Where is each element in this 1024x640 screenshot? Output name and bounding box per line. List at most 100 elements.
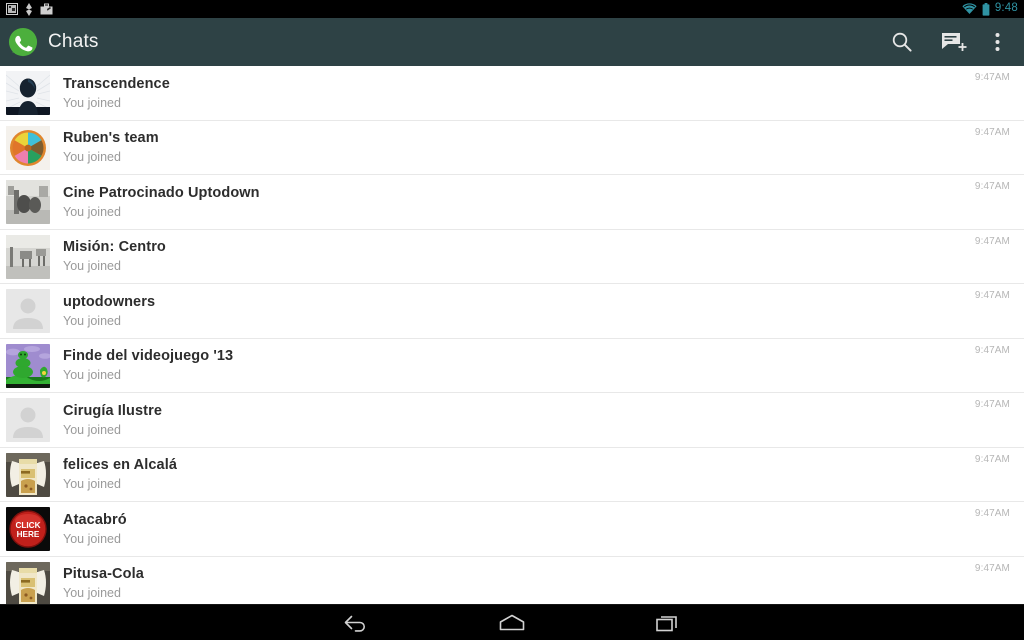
status-bar: 9:48: [0, 0, 1024, 18]
snack-photo-image: [6, 452, 50, 497]
chat-timestamp: 9:47AM: [974, 453, 1010, 465]
avatar: [6, 125, 50, 170]
chat-list[interactable]: Transcendence You joined 9:47AM Ruben's …: [0, 66, 1024, 604]
game-art-image: [6, 343, 50, 388]
chat-list-item[interactable]: Ruben's team You joined 9:47AM: [0, 120, 1024, 175]
chat-text: uptodowners You joined: [63, 294, 975, 329]
chat-list-item[interactable]: Transcendence You joined 9:47AM: [0, 66, 1024, 121]
avatar: [6, 398, 50, 443]
chat-title: Misión: Centro: [63, 239, 166, 256]
chat-text: Misión: Centro You joined: [63, 239, 975, 274]
chat-subtitle: You joined: [63, 259, 121, 274]
recents-nav-icon: [656, 615, 677, 631]
battery-icon: [982, 2, 990, 16]
whatsapp-logo-icon: [8, 27, 38, 57]
usb-debug-icon: [26, 2, 32, 16]
chat-timestamp: 9:47AM: [974, 181, 1010, 192]
android-screen: 9:48 Chats Transcendence You joined 9:47…: [0, 0, 1024, 640]
chat-subtitle: You joined: [63, 204, 121, 219]
chat-list-item[interactable]: Misión: Centro You joined 9:47AM: [0, 229, 1024, 284]
action-bar-actions: [876, 18, 1014, 66]
office-photo-light-image: [6, 234, 50, 279]
screenshot-icon: [6, 3, 18, 15]
chat-title: Atacabró: [63, 511, 127, 528]
chat-text: Ruben's team You joined: [63, 130, 975, 165]
chat-list-item[interactable]: Pitusa-Cola You joined 9:47AM: [0, 556, 1024, 604]
office-photo-dark-image: [6, 180, 50, 225]
chat-title: Pitusa-Cola: [63, 566, 144, 583]
avatar: [6, 234, 50, 279]
default-person-icon: [6, 398, 50, 443]
chat-timestamp: 9:47AM: [974, 290, 1010, 301]
chat-timestamp: 9:47AM: [974, 126, 1010, 138]
search-icon: [892, 32, 912, 52]
overflow-menu-icon: [995, 33, 999, 51]
chat-timestamp: 9:47AM: [974, 72, 1010, 83]
chat-title: felices en Alcalá: [63, 457, 178, 474]
chat-list-item[interactable]: Finde del videojuego '13 You joined 9:47…: [0, 338, 1024, 393]
action-bar: Chats: [0, 18, 1024, 66]
chat-text: Transcendence You joined: [63, 76, 975, 111]
chat-text: Finde del videojuego '13 You joined: [63, 348, 975, 383]
snack-photo-image: [6, 561, 50, 604]
back-nav-button[interactable]: [326, 605, 386, 640]
chat-subtitle: You joined: [63, 477, 121, 492]
avatar-text-line-2: HERE: [17, 530, 40, 539]
chat-title: Transcendence: [63, 75, 170, 92]
chat-subtitle: You joined: [63, 531, 121, 546]
chat-timestamp: 9:47AM: [974, 344, 1010, 356]
avatar: [6, 71, 50, 116]
chat-timestamp: 9:47AM: [974, 235, 1010, 247]
wifi-icon: [962, 3, 977, 14]
chat-list-item[interactable]: uptodowners You joined 9:47AM: [0, 284, 1024, 339]
chat-title: Ruben's team: [63, 130, 159, 147]
chat-title: Cine Patrocinado Uptodown: [63, 184, 260, 201]
back-nav-icon: [344, 615, 365, 632]
recents-nav-button[interactable]: [638, 605, 698, 640]
chat-text: Atacabró You joined: [63, 512, 975, 547]
chat-text: Cirugía Ilustre You joined: [63, 403, 975, 438]
transcendence-poster-image: [6, 71, 50, 116]
click-here-button-image: CLICK HERE: [6, 507, 50, 552]
overflow-menu-button[interactable]: [980, 18, 1014, 66]
status-bar-right: 9:48: [962, 2, 1018, 16]
chat-list-item[interactable]: Cine Patrocinado Uptodown You joined 9:4…: [0, 175, 1024, 230]
chat-subtitle: You joined: [63, 586, 121, 601]
chat-text: felices en Alcalá You joined: [63, 457, 975, 492]
new-chat-icon: [942, 33, 967, 51]
briefcase-icon: [40, 3, 53, 15]
avatar: [6, 452, 50, 497]
status-bar-clock: 9:48: [994, 2, 1018, 15]
chat-title: Cirugía Ilustre: [63, 402, 162, 419]
chat-timestamp: 9:47AM: [974, 508, 1010, 519]
avatar-text-line-1: CLICK: [15, 521, 40, 530]
chat-subtitle: You joined: [63, 313, 121, 328]
chat-title: uptodowners: [63, 293, 156, 310]
chat-text: Pitusa-Cola You joined: [63, 566, 975, 601]
avatar: [6, 343, 50, 388]
avatar: [6, 289, 50, 334]
avatar: [6, 561, 50, 604]
chat-subtitle: You joined: [63, 422, 121, 437]
new-chat-button[interactable]: [928, 18, 980, 66]
avatar: [6, 180, 50, 225]
home-nav-icon: [499, 614, 525, 630]
default-person-icon: [6, 289, 50, 334]
chat-subtitle: You joined: [63, 150, 121, 165]
chat-list-item[interactable]: Cirugía Ilustre You joined 9:47AM: [0, 393, 1024, 448]
avatar: CLICK HERE: [6, 507, 50, 552]
navigation-bar: [0, 604, 1024, 640]
chat-text: Cine Patrocinado Uptodown You joined: [63, 185, 975, 220]
chat-timestamp: 9:47AM: [974, 562, 1010, 574]
status-bar-left-icons: [6, 2, 53, 16]
chat-list-item[interactable]: felices en Alcalá You joined 9:47AM: [0, 447, 1024, 502]
chat-subtitle: You joined: [63, 95, 121, 110]
chat-list-item[interactable]: CLICK HERE Atacabró You joined 9:47AM: [0, 502, 1024, 557]
search-button[interactable]: [876, 18, 928, 66]
chat-timestamp: 9:47AM: [974, 399, 1010, 410]
trivia-wheel-image: [6, 125, 50, 170]
chat-subtitle: You joined: [63, 368, 121, 383]
chat-title: Finde del videojuego '13: [63, 348, 234, 365]
home-nav-button[interactable]: [482, 605, 542, 640]
page-title: Chats: [48, 31, 99, 52]
